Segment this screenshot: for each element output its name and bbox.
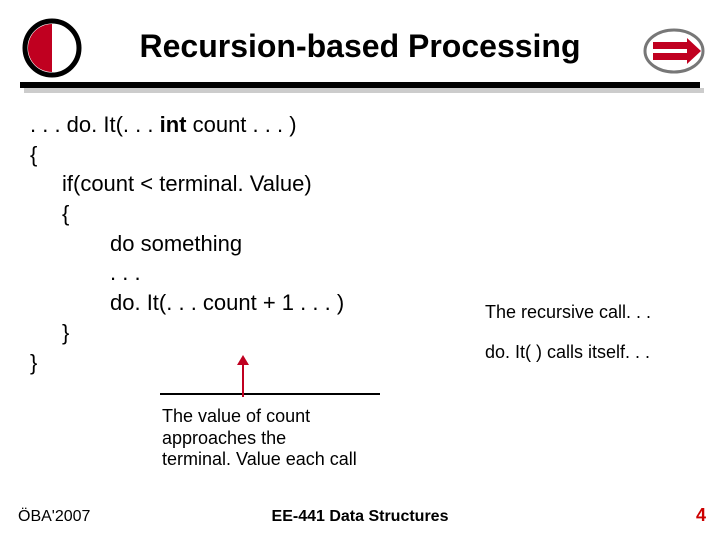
code-line-2: {: [30, 140, 690, 170]
slide-header: Recursion-based Processing: [0, 0, 720, 90]
annotation-value-count: The value of count approaches the termin…: [162, 406, 392, 471]
code-text: . . . do. It(. . .: [30, 112, 160, 137]
annotation-calls-itself: do. It( ) calls itself. . .: [485, 342, 705, 364]
code-text: count . . . ): [186, 112, 296, 137]
annotation-line: terminal. Value each call: [162, 449, 392, 471]
underline: [160, 393, 380, 395]
footer-course: EE-441 Data Structures: [0, 508, 720, 526]
slide-body: . . . do. It(. . . int count . . . ) { i…: [30, 110, 690, 377]
code-line-3: if(count < terminal. Value): [30, 169, 690, 199]
slide-title: Recursion-based Processing: [60, 28, 660, 65]
course-logo-icon: [643, 28, 705, 74]
annotation-recursive-call: The recursive call. . .: [485, 302, 705, 324]
code-line-5: do something: [30, 229, 690, 259]
annotation-line: The value of count: [162, 406, 392, 428]
code-line-6: . . .: [30, 258, 690, 288]
code-line-4: {: [30, 199, 690, 229]
code-keyword-int: int: [160, 112, 187, 137]
university-logo-icon: [22, 18, 82, 78]
footer-page-number: 4: [696, 505, 706, 526]
header-divider-shadow: [24, 88, 704, 93]
annotation-line: approaches the: [162, 428, 392, 450]
code-line-1: . . . do. It(. . . int count . . . ): [30, 110, 690, 140]
slide-footer: ÖBA'2007 EE-441 Data Structures 4: [0, 502, 720, 526]
arrow-up-icon: [235, 355, 251, 397]
